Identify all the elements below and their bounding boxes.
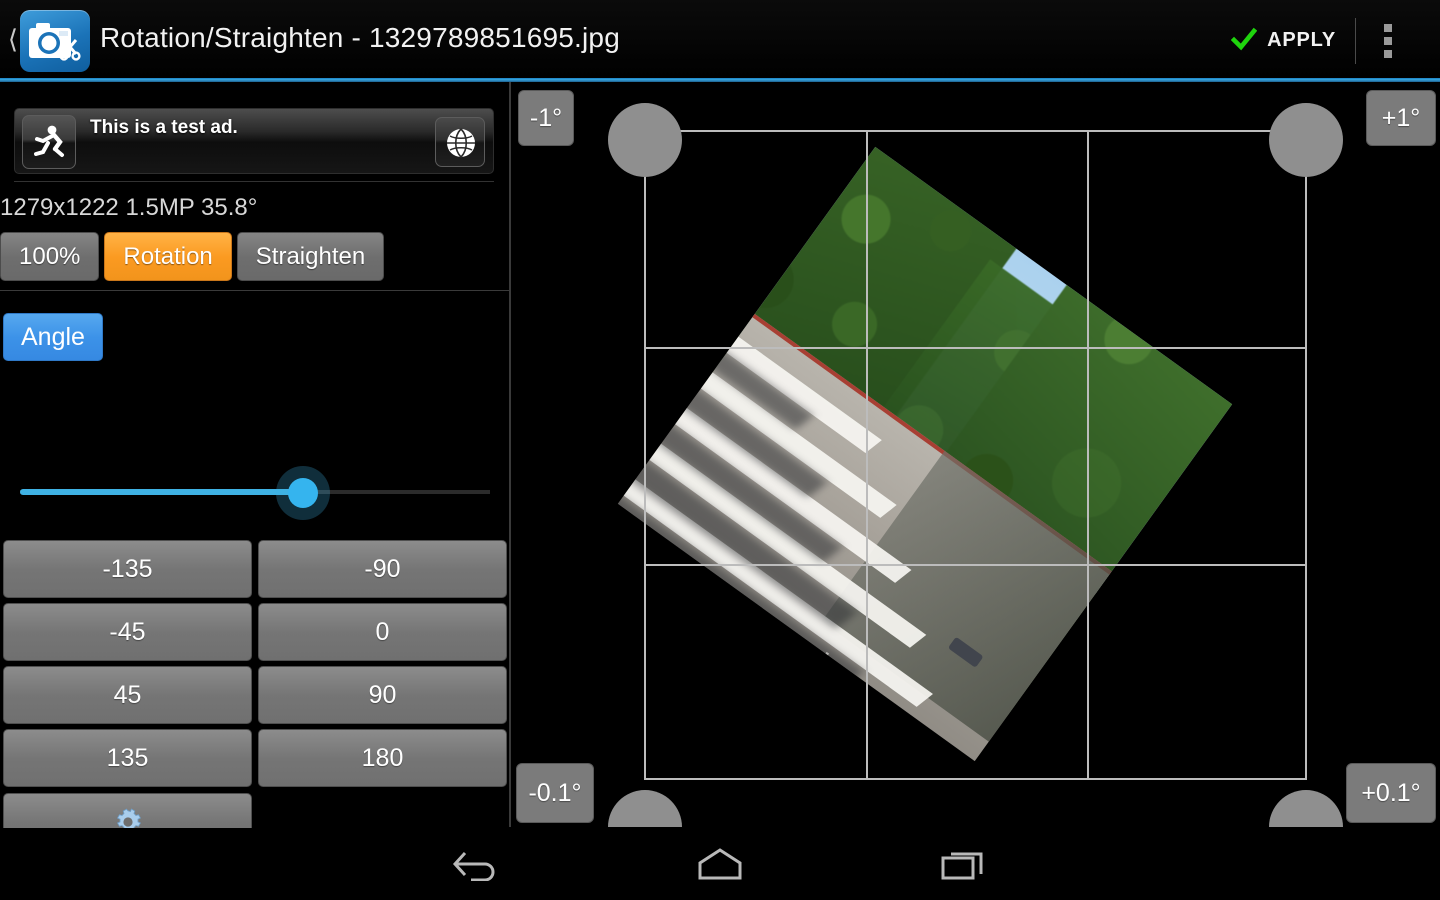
actionbar-divider — [1355, 18, 1356, 64]
crop-handle-top-right[interactable] — [1269, 103, 1343, 177]
android-back-button[interactable] — [428, 840, 524, 888]
overflow-dot — [1384, 24, 1392, 32]
android-home-button[interactable] — [672, 840, 768, 888]
crop-handle-bottom-left[interactable] — [608, 790, 682, 827]
preset-minus45-button[interactable]: -45 — [3, 603, 252, 661]
preset-90-button[interactable]: 90 — [258, 666, 507, 724]
angle-preset-grid: -135 -90 -45 0 45 90 135 180 — [3, 540, 509, 787]
preset-135-button[interactable]: 135 — [3, 729, 252, 787]
nudge-plus-1-degree-button[interactable]: +1° — [1366, 90, 1436, 146]
globe-icon — [447, 128, 475, 159]
tab-zoom-100[interactable]: 100% — [0, 232, 100, 281]
angle-mode-button[interactable]: Angle — [3, 313, 103, 361]
image-canvas[interactable] — [511, 82, 1440, 827]
preset-minus90-button[interactable]: -90 — [258, 540, 507, 598]
ad-text: This is a test ad. — [90, 117, 238, 138]
tab-separator — [0, 290, 509, 291]
ad-info-button[interactable] — [435, 117, 485, 167]
crop-handle-bottom-right[interactable] — [1269, 790, 1343, 827]
overflow-menu-icon[interactable] — [1368, 20, 1408, 62]
tab-rotation[interactable]: Rotation — [104, 232, 232, 281]
crop-handle-top-left[interactable] — [608, 103, 682, 177]
apply-label: APPLY — [1267, 28, 1336, 51]
app-root: ⟨ Rotation/Straighten - 1329789851695.jp… — [0, 0, 1440, 900]
nudge-plus-0.1-degree-button[interactable]: +0.1° — [1346, 763, 1436, 823]
apply-button[interactable]: APPLY — [1225, 18, 1342, 62]
rule-of-thirds-grid — [644, 130, 1307, 780]
nudge-minus-1-degree-button[interactable]: -1° — [518, 90, 574, 146]
angle-slider[interactable] — [20, 466, 490, 520]
overflow-dot — [1384, 37, 1392, 45]
android-recents-button[interactable] — [916, 840, 1012, 888]
preset-zero-button[interactable]: 0 — [258, 603, 507, 661]
app-icon[interactable] — [20, 10, 90, 72]
slider-thumb[interactable] — [288, 478, 318, 508]
image-info: 1279x1222 1.5MP 35.8° — [0, 194, 258, 221]
tab-row: 100% Rotation Straighten — [0, 232, 385, 281]
preset-45-button[interactable]: 45 — [3, 666, 252, 724]
nudge-minus-0.1-degree-button[interactable]: -0.1° — [516, 763, 594, 823]
android-navigation-bar — [0, 828, 1440, 900]
photo-editor-camera-scissors-icon — [29, 23, 81, 61]
preset-180-button[interactable]: 180 — [258, 729, 507, 787]
preset-minus135-button[interactable]: -135 — [3, 540, 252, 598]
ad-banner[interactable]: This is a test ad. — [14, 108, 494, 174]
ad-separator — [14, 181, 494, 182]
ad-thumbnail — [22, 115, 76, 169]
page-title: Rotation/Straighten - 1329789851695.jpg — [100, 22, 620, 53]
green-check-icon — [1231, 27, 1258, 51]
android-back-icon — [452, 851, 495, 881]
slider-track-fill — [20, 489, 300, 495]
android-home-icon — [698, 848, 742, 880]
running-person-icon — [34, 125, 64, 157]
control-panel: This is a test ad. 1279x1222 1.5MP 35.8°… — [0, 82, 509, 851]
action-bar: ⟨ Rotation/Straighten - 1329789851695.jp… — [0, 0, 1440, 78]
overflow-dot — [1384, 50, 1392, 58]
tab-straighten[interactable]: Straighten — [236, 232, 385, 281]
photo-wrapper — [511, 82, 1440, 827]
android-recents-icon — [941, 852, 983, 880]
